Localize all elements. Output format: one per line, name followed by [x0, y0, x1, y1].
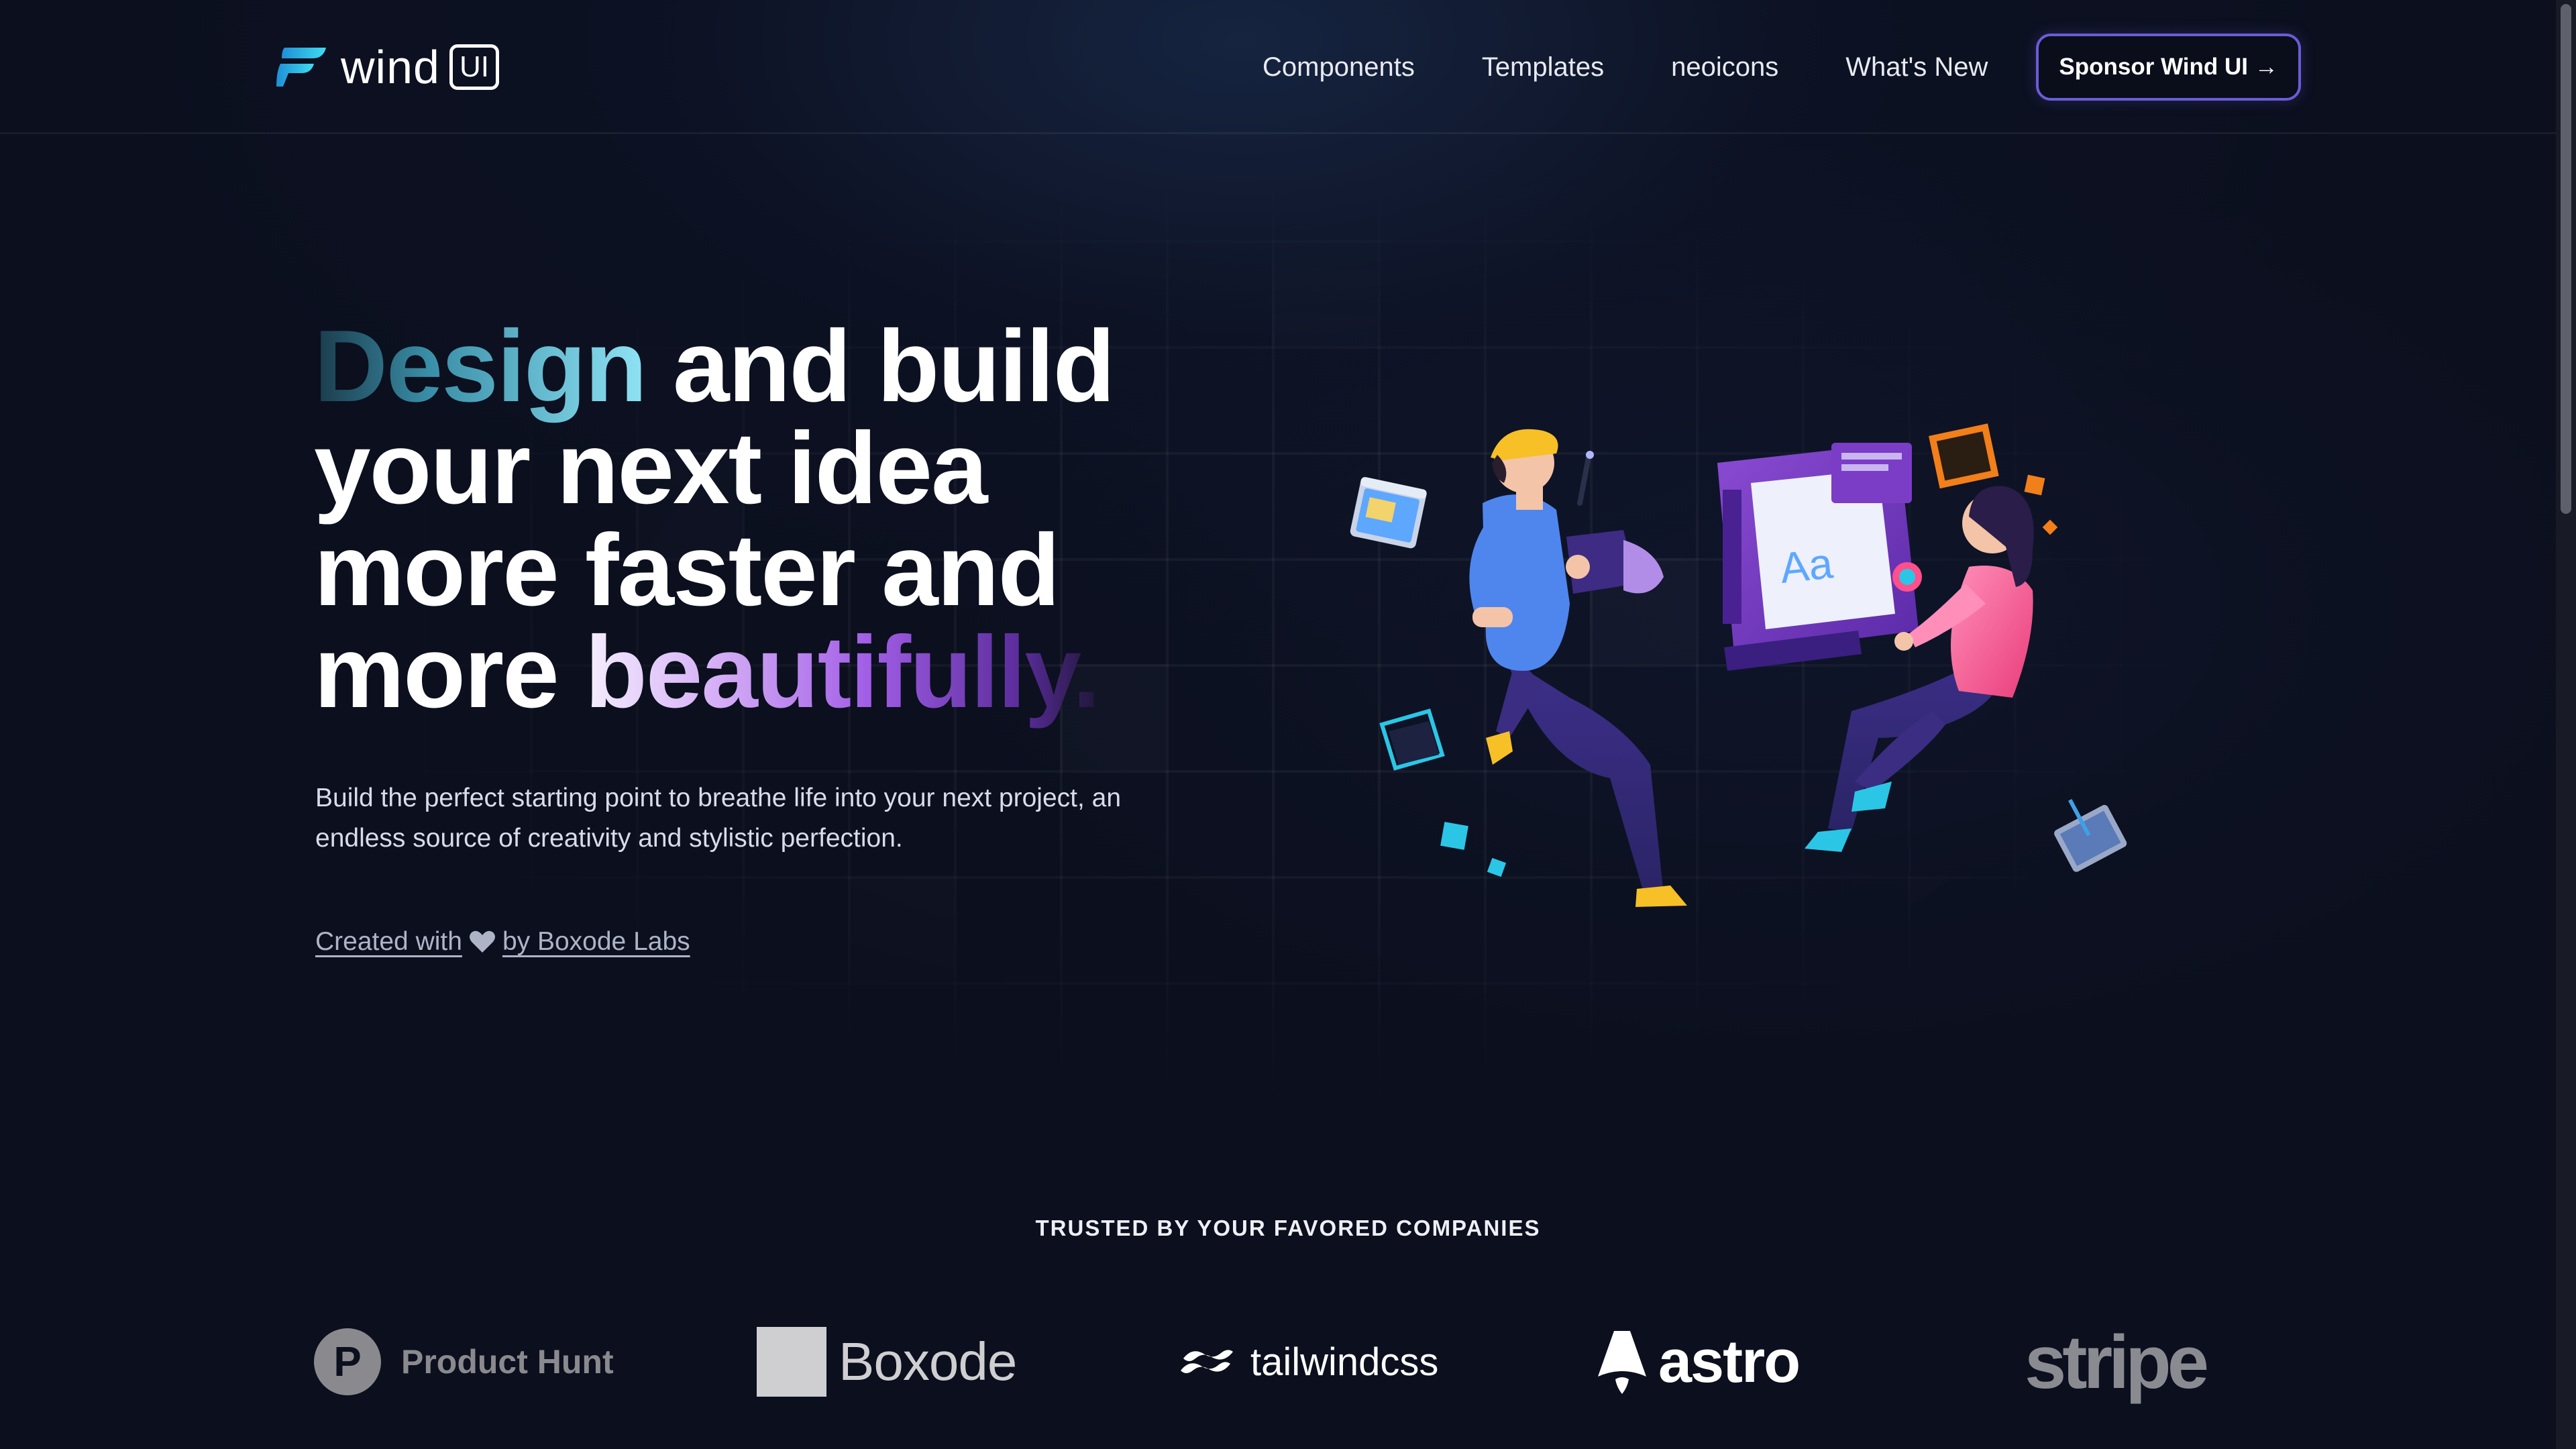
hero-title-highlight-beautifully: beautifully. [584, 615, 1101, 729]
astro-rocket-icon [1598, 1331, 1646, 1394]
site-header: wind UI Components Templates neoicons Wh… [0, 0, 2576, 134]
sponsor-button-label: Sponsor Wind UI [2059, 54, 2248, 80]
arrow-right-icon: → [2255, 54, 2278, 80]
company-name: stripe [2025, 1320, 2209, 1404]
heart-icon [469, 930, 495, 953]
company-logo-tailwind: tailwindcss [1179, 1315, 1438, 1409]
company-name: Product Hunt [401, 1343, 614, 1381]
floating-box-icon [1929, 423, 1999, 489]
scrollbar-thumb[interactable] [2561, 4, 2571, 514]
hero-title: Design and build your next idea more fas… [314, 315, 1220, 723]
sponsor-button[interactable]: Sponsor Wind UI → [2036, 34, 2301, 101]
company-name: tailwindcss [1250, 1340, 1439, 1384]
hero-title-highlight-design: Design [314, 309, 647, 423]
hero-illustration: Aa [1350, 423, 2127, 907]
trusted-heading: TRUSTED BY YOUR FAVORED COMPANIES [1035, 1216, 1541, 1240]
created-by-link[interactable]: Created with by Boxode Labs [315, 927, 690, 957]
illustration-font-sample: Aa [1778, 539, 1835, 592]
nav-link-neoicons[interactable]: neoicons [1671, 52, 1778, 83]
monitor: Aa [1717, 443, 1922, 671]
company-logo-boxode: Boxode [757, 1315, 1017, 1409]
hero-subtitle: Build the perfect starting point to brea… [315, 784, 1122, 853]
nav-link-components[interactable]: Components [1263, 52, 1415, 83]
floating-cube-outline-icon [1379, 708, 1445, 771]
grid-tile [1272, 240, 1378, 346]
company-name: Boxode [839, 1332, 1017, 1391]
main-nav: Components Templates neoicons What's New… [1195, 34, 2301, 101]
floating-square-icon [1487, 857, 1507, 877]
page-scrollbar[interactable] [2556, 0, 2576, 1449]
nav-link-templates[interactable]: Templates [1482, 52, 1604, 83]
wind-ui-logo[interactable]: wind UI [275, 41, 499, 93]
man-figure [1469, 429, 1687, 907]
company-logo-product-hunt: P Product Hunt [314, 1315, 614, 1409]
logo-badge: UI [449, 44, 499, 90]
company-logo-astro: astro [1595, 1315, 1801, 1409]
floating-square-icon [2024, 474, 2045, 496]
floating-square-icon [2042, 519, 2058, 535]
boxode-square-icon [757, 1327, 826, 1397]
wind-logo-icon [276, 48, 326, 87]
floating-square-icon [1440, 822, 1468, 850]
company-name: astro [1658, 1328, 1801, 1395]
tailwind-wave-icon [1181, 1350, 1233, 1373]
company-logo-stripe: stripe [2025, 1315, 2209, 1409]
product-hunt-icon: P [314, 1328, 381, 1395]
credit-suffix: by Boxode Labs [502, 927, 690, 956]
nav-link-whats-new[interactable]: What's New [1845, 52, 1988, 83]
grid-tile [848, 876, 954, 982]
floating-window-icon [1350, 477, 1427, 549]
credit-prefix: Created with [315, 927, 462, 956]
logo-text: wind [341, 41, 440, 93]
floating-tablet-icon [2054, 798, 2127, 872]
landing-page: wind UI Components Templates neoicons Wh… [0, 0, 2576, 1449]
